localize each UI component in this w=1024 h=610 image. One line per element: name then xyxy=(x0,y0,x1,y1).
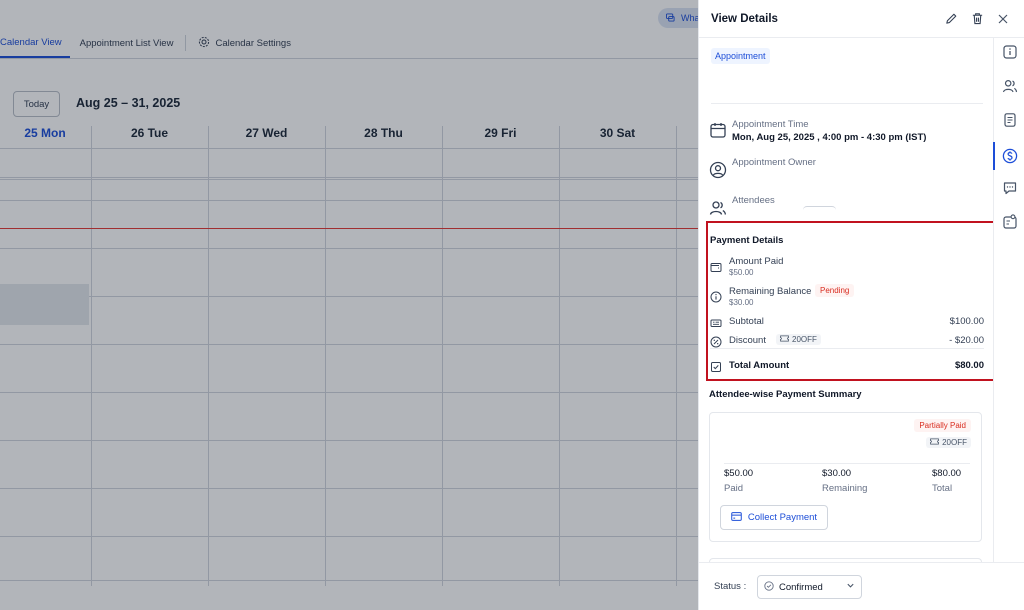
summary-divider xyxy=(724,463,970,464)
contact-card-icon[interactable] xyxy=(994,210,1024,234)
coupon-code: 20OFF xyxy=(942,438,967,447)
drawer-footer: Status : Confirmed xyxy=(699,562,1024,610)
attendee-summary-title: Attendee-wise Payment Summary xyxy=(709,389,862,400)
paid-amount: $50.00 xyxy=(724,468,754,479)
ticket-icon xyxy=(930,438,939,447)
ticket-icon xyxy=(780,335,789,344)
status-dropdown[interactable]: Confirmed xyxy=(757,575,862,599)
subtotal-value: $100.00 xyxy=(949,316,984,327)
discount-label: Discount xyxy=(729,335,766,346)
users-icon xyxy=(709,199,727,217)
status-label: Status : xyxy=(714,581,747,592)
drawer-header: View Details xyxy=(699,0,1024,38)
appointment-time-label: Appointment Time xyxy=(732,119,809,130)
appointment-tag: Appointment xyxy=(711,48,770,64)
amount-paid-label: Amount Paid xyxy=(729,256,784,267)
coupon-code: 20OFF xyxy=(792,335,817,344)
subtotal-row: Subtotal $100.00 xyxy=(710,316,984,330)
attendees-label: Attendees xyxy=(732,195,775,206)
attendee-summary-card: Partially Paid 20OFF $50.00 Paid $30.00 … xyxy=(709,412,982,542)
modal-overlay[interactable] xyxy=(0,0,698,610)
users-icon[interactable] xyxy=(994,74,1024,98)
discount-icon xyxy=(710,335,722,348)
drawer-side-rail xyxy=(993,38,1024,562)
appointment-time-value: Mon, Aug 25, 2025 , 4:00 pm - 4:30 pm (I… xyxy=(732,132,927,143)
partially-paid-badge: Partially Paid xyxy=(914,419,971,432)
pending-badge: Pending xyxy=(815,284,855,297)
check-square-icon xyxy=(710,360,722,372)
drawer-title: View Details xyxy=(711,12,778,25)
payment-details-title: Payment Details xyxy=(710,235,784,246)
edit-icon[interactable] xyxy=(941,9,961,29)
discount-row: Discount 20OFF - $20.00 xyxy=(710,334,984,349)
delete-icon[interactable] xyxy=(967,9,987,29)
total-caption: Total xyxy=(932,483,953,494)
subtotal-label: Subtotal xyxy=(729,316,764,327)
attendees-row: Attendees xyxy=(709,195,985,219)
total-amount-value: $80.00 xyxy=(954,360,984,371)
collect-payment-button[interactable]: Collect Payment xyxy=(720,505,828,530)
notes-icon[interactable] xyxy=(994,108,1024,132)
remaining-amount: $30.00 xyxy=(822,468,852,479)
section-divider xyxy=(711,103,983,104)
coupon-badge: 20OFF xyxy=(926,437,971,448)
attendee-chip[interactable] xyxy=(803,206,836,210)
info-circle-icon xyxy=(710,290,722,303)
status-value: Confirmed xyxy=(779,581,823,593)
summary-remaining: $30.00 Remaining xyxy=(822,468,867,494)
discount-value: - $20.00 xyxy=(949,335,984,346)
info-icon[interactable] xyxy=(994,40,1024,64)
dollar-icon[interactable] xyxy=(994,144,1024,168)
remaining-balance-row: Remaining Balance Pending $30.00 xyxy=(710,284,984,310)
calendar-icon xyxy=(709,121,727,139)
total-amount-row: Total Amount $80.00 xyxy=(710,360,984,374)
coupon-badge: 20OFF xyxy=(776,334,821,345)
paid-caption: Paid xyxy=(724,483,744,494)
total-amount-label: Total Amount xyxy=(729,360,790,371)
summary-total: $80.00 Total xyxy=(932,468,961,494)
collect-payment-label: Collect Payment xyxy=(747,512,818,523)
appointment-time-row: Appointment Time Mon, Aug 25, 2025 , 4:0… xyxy=(709,119,985,149)
card-icon xyxy=(731,511,742,524)
amount-paid-value: $50.00 xyxy=(729,268,754,277)
view-details-drawer: View Details Appointment Appointment Tim… xyxy=(698,0,1024,610)
remaining-caption: Remaining xyxy=(822,483,868,494)
total-amount: $80.00 xyxy=(932,468,962,479)
chevron-down-icon xyxy=(846,581,855,593)
appointment-owner-row: Appointment Owner xyxy=(709,157,985,181)
check-circle-icon xyxy=(764,580,774,594)
total-divider xyxy=(710,348,984,349)
appointment-owner-label: Appointment Owner xyxy=(732,157,816,168)
receipt-icon xyxy=(710,316,722,328)
wallet-icon xyxy=(710,260,722,272)
remaining-balance-value: $30.00 xyxy=(729,298,754,307)
amount-paid-row: Amount Paid $50.00 xyxy=(710,256,984,280)
remaining-balance-label: Remaining Balance xyxy=(729,286,812,297)
drawer-content: Appointment Appointment Time Mon, Aug 25… xyxy=(699,38,993,562)
summary-paid: $50.00 Paid xyxy=(724,468,753,494)
user-circle-icon xyxy=(709,161,727,179)
message-icon[interactable] xyxy=(994,176,1024,200)
close-icon[interactable] xyxy=(993,9,1013,29)
payment-details-section: Payment Details Amount Paid $50.00 Remai… xyxy=(706,221,993,381)
